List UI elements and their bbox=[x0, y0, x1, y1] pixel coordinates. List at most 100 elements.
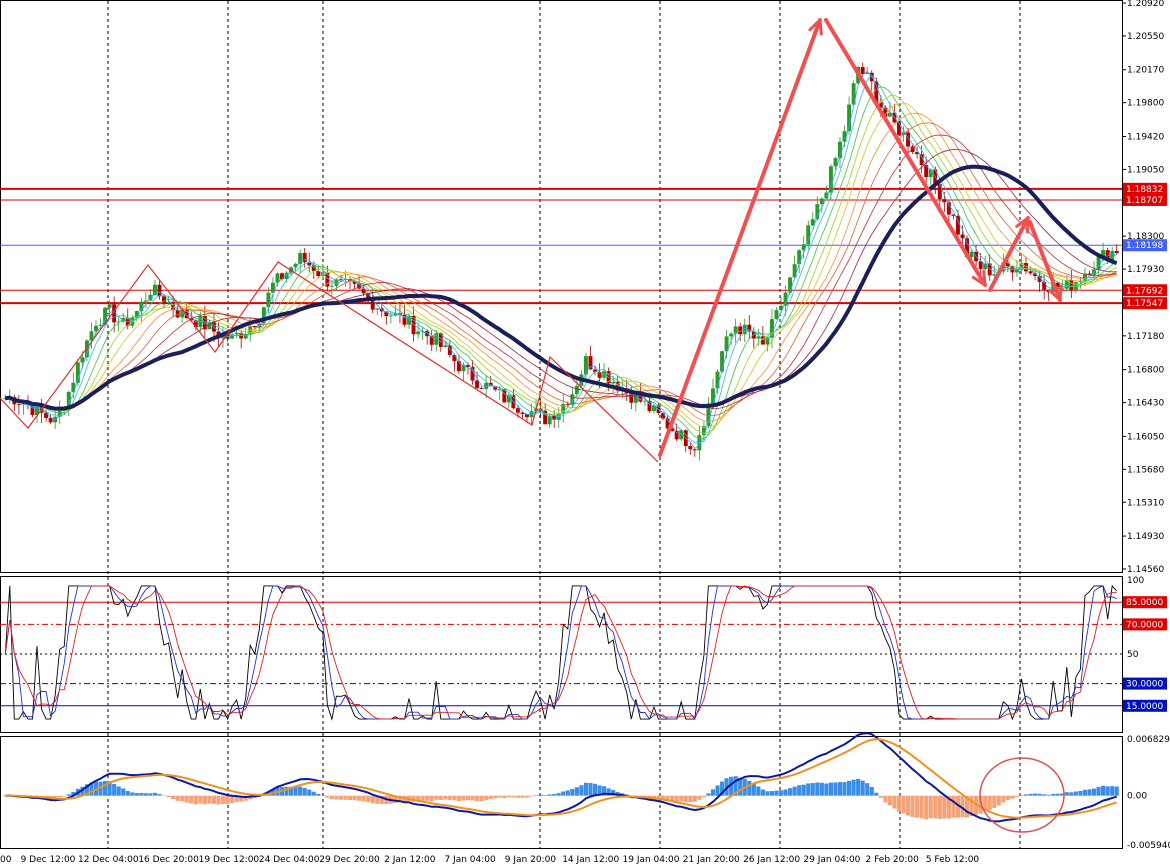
price-tick-label: 1.20920 bbox=[1127, 0, 1164, 9]
macd-histogram-bar bbox=[583, 782, 589, 796]
macd-histogram-bar bbox=[697, 795, 702, 800]
macd-histogram-bar bbox=[824, 783, 829, 796]
macd-histogram-bar bbox=[710, 789, 716, 796]
price-tick-label: 1.17180 bbox=[1127, 332, 1164, 342]
candle-body bbox=[479, 387, 484, 389]
macd-histogram-bar bbox=[828, 782, 833, 796]
macd-histogram-bar bbox=[125, 791, 130, 796]
macd-histogram-bar bbox=[896, 795, 902, 812]
macd-histogram-bar bbox=[792, 786, 797, 796]
candle-body bbox=[942, 199, 947, 203]
macd-histogram-bar bbox=[987, 795, 992, 810]
macd-histogram-bar bbox=[910, 795, 915, 818]
macd-histogram-bar bbox=[1023, 794, 1029, 796]
candle-body bbox=[887, 112, 892, 117]
macd-histogram-bar bbox=[447, 795, 452, 800]
macd-histogram-bar bbox=[538, 794, 543, 796]
macd-histogram-bar bbox=[139, 792, 144, 796]
macd-histogram-bar bbox=[688, 795, 693, 803]
macd-histogram-bar bbox=[842, 782, 847, 796]
macd-histogram-bar bbox=[1005, 795, 1010, 801]
candle-body bbox=[897, 122, 901, 135]
macd-histogram-bar bbox=[175, 795, 180, 801]
macd-histogram-bar bbox=[311, 791, 316, 796]
macd-histogram-bar bbox=[856, 778, 861, 796]
macd-histogram-bar bbox=[1046, 794, 1051, 796]
time-tick-label: 29 Jan 04:00 bbox=[803, 855, 860, 865]
macd-histogram-bar bbox=[370, 795, 375, 804]
macd-histogram-bar bbox=[429, 795, 434, 802]
candle-body bbox=[692, 449, 697, 451]
macd-histogram-bar bbox=[529, 795, 534, 797]
candle-body bbox=[806, 225, 811, 245]
macd-histogram-bar bbox=[769, 791, 775, 796]
trading-chart[interactable]: 1.20920 1.20550 1.20170 1.19800 1.19420 1.190… bbox=[0, 0, 1170, 867]
macd-histogram-bar bbox=[180, 795, 185, 802]
macd-histogram-bar bbox=[797, 785, 802, 796]
time-tick-label: 9 Jan 20:00 bbox=[505, 855, 557, 865]
stochastic-level-label: 15.0000 bbox=[1126, 702, 1163, 712]
candle-body bbox=[1028, 271, 1033, 274]
macd-histogram-bar bbox=[1019, 795, 1024, 796]
candle-body bbox=[774, 310, 779, 320]
macd-histogram-bar bbox=[57, 795, 62, 798]
price-level-label: 1.17692 bbox=[1126, 286, 1163, 296]
macd-histogram-bar bbox=[801, 784, 806, 796]
price-tick-label: 1.15310 bbox=[1127, 498, 1164, 508]
macd-histogram-bar bbox=[588, 782, 593, 796]
macd-histogram-bar bbox=[751, 783, 756, 796]
macd-histogram-bar bbox=[357, 795, 362, 801]
price-level-label: 1.18707 bbox=[1126, 196, 1163, 206]
macd-histogram-bar bbox=[942, 795, 947, 819]
macd-histogram-bar bbox=[1069, 792, 1074, 796]
macd-histogram-bar bbox=[493, 795, 498, 799]
macd-histogram-bar bbox=[1110, 786, 1115, 796]
candle-body bbox=[157, 284, 162, 297]
macd-histogram-bar bbox=[778, 790, 784, 796]
macd-histogram-bar bbox=[62, 795, 67, 797]
time-tick-label: 29 Dec 20:00 bbox=[319, 855, 380, 865]
candle-body bbox=[792, 264, 797, 278]
macd-histogram-bar bbox=[456, 795, 461, 802]
macd-histogram-bar bbox=[193, 795, 198, 805]
macd-histogram-bar bbox=[216, 795, 221, 805]
macd-histogram-bar bbox=[574, 787, 579, 796]
candle-body bbox=[1114, 250, 1119, 254]
macd-histogram-bar bbox=[992, 795, 997, 809]
macd-histogram-bar bbox=[515, 795, 520, 798]
candle-body bbox=[688, 446, 693, 450]
macd-histogram-bar bbox=[1101, 785, 1106, 796]
time-tick-label: 19 Dec 12:00 bbox=[199, 855, 260, 865]
macd-histogram-bar bbox=[171, 795, 176, 799]
macd-histogram-bar bbox=[148, 793, 153, 796]
macd-histogram-bar bbox=[883, 795, 888, 803]
macd-histogram-bar bbox=[143, 793, 148, 796]
macd-histogram-bar bbox=[996, 795, 1001, 806]
macd-histogram-bar bbox=[1064, 792, 1069, 796]
macd-histogram-bar bbox=[520, 795, 525, 798]
price-tick-label: 1.16430 bbox=[1127, 399, 1164, 409]
macd-histogram-bar bbox=[166, 795, 171, 798]
candle-body bbox=[416, 331, 421, 335]
price-level-label: 1.18198 bbox=[1126, 241, 1163, 251]
time-tick-label: 7 Jan 04:00 bbox=[444, 855, 496, 865]
candle-body bbox=[443, 345, 448, 347]
candle-body bbox=[361, 288, 366, 294]
macd-histogram-bar bbox=[1078, 790, 1083, 796]
time-tick-label: 16 Dec 20:00 bbox=[138, 855, 199, 865]
time-tick-label: 2 Jan 12:00 bbox=[384, 855, 436, 865]
candle-body bbox=[765, 337, 770, 345]
macd-histogram-bar bbox=[302, 787, 307, 796]
macd-histogram-bar bbox=[851, 779, 856, 796]
macd-histogram-bar bbox=[1028, 793, 1033, 796]
price-tick-label: 1.16050 bbox=[1127, 432, 1164, 442]
macd-histogram-bar bbox=[1091, 788, 1097, 796]
macd-histogram-bar bbox=[293, 786, 298, 796]
macd-histogram-bar bbox=[543, 795, 548, 796]
macd-histogram-bar bbox=[497, 795, 502, 798]
candle-body bbox=[937, 184, 942, 200]
macd-histogram-bar bbox=[783, 789, 788, 796]
price-tick-label: 1.15680 bbox=[1127, 465, 1164, 475]
candle-body bbox=[833, 158, 838, 167]
macd-histogram-bar bbox=[1087, 789, 1092, 796]
